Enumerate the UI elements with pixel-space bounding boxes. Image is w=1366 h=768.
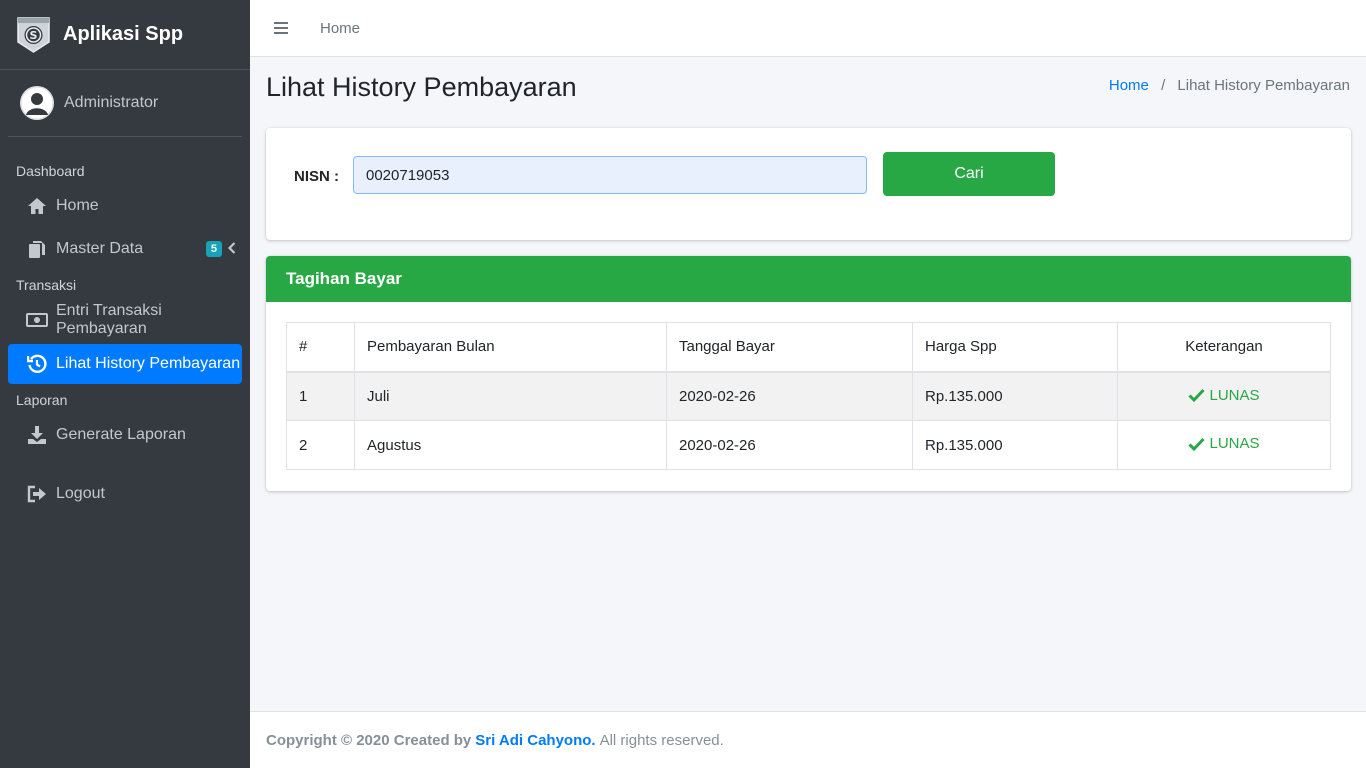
table-header-row: # Pembayaran Bulan Tanggal Bayar Harga S…	[286, 322, 1331, 373]
spp-logo-icon: S	[17, 16, 50, 53]
sidebar-item-label: Lihat History Pembayaran	[56, 355, 241, 372]
nav-header-transaksi: Transaksi	[16, 277, 77, 293]
footer-copyright: Copyright © 2020 Created by	[266, 731, 472, 749]
sidebar-item-label: Master Data	[56, 240, 144, 257]
column-header: Harga Spp	[912, 322, 1118, 373]
cell-tanggal: 2020-02-26	[666, 420, 913, 470]
table-row: 1 Juli 2020-02-26 Rp.135.000 LUNAS	[286, 371, 1331, 421]
sidebar: S Aplikasi Spp Administrator Dashboard H…	[0, 0, 250, 768]
copy-icon	[26, 239, 48, 259]
footer-author-link[interactable]: Sri Adi Cahyono.	[475, 732, 595, 749]
sidebar-item-home[interactable]: Home	[8, 186, 242, 226]
chevron-left-icon	[227, 241, 236, 259]
cell-harga: Rp.135.000	[912, 420, 1118, 470]
column-header: Pembayaran Bulan	[354, 322, 667, 373]
cell-harga: Rp.135.000	[912, 371, 1118, 421]
sidebar-item-entri-transaksi[interactable]: Entri Transaksi Pembayaran	[8, 300, 242, 340]
top-navbar: Home	[250, 0, 1366, 57]
breadcrumb-separator: /	[1161, 77, 1166, 94]
sidebar-item-lihat-history[interactable]: Lihat History Pembayaran	[8, 344, 242, 384]
cell-tanggal: 2020-02-26	[666, 371, 913, 421]
history-icon	[26, 354, 48, 374]
cell-number: 1	[286, 371, 355, 421]
cari-button[interactable]: Cari	[883, 152, 1055, 196]
sidebar-item-label: Generate Laporan	[56, 426, 186, 443]
top-home-link[interactable]: Home	[320, 20, 360, 37]
master-data-count-badge: 5	[205, 241, 222, 257]
page-title: Lihat History Pembayaran	[266, 72, 577, 102]
cell-keterangan: LUNAS	[1117, 420, 1331, 470]
cell-number: 2	[286, 420, 355, 470]
search-card: NISN : Cari	[266, 128, 1351, 240]
cell-bulan: Agustus	[354, 420, 667, 470]
card-title: Tagihan Bayar	[266, 256, 1351, 302]
nisn-input[interactable]	[353, 156, 867, 194]
nav-header-laporan: Laporan	[16, 392, 68, 408]
status-badge: LUNAS	[1188, 435, 1260, 453]
breadcrumb-home-link[interactable]: Home	[1109, 77, 1149, 94]
column-header: Tanggal Bayar	[666, 322, 913, 373]
sign-out-icon	[26, 484, 48, 504]
status-text: LUNAS	[1209, 386, 1260, 404]
history-table: # Pembayaran Bulan Tanggal Bayar Harga S…	[286, 322, 1331, 470]
sidebar-item-logout[interactable]: Logout	[8, 474, 242, 514]
brand-link[interactable]: S Aplikasi Spp	[0, 0, 250, 70]
footer-rights: All rights reserved.	[599, 731, 724, 749]
bars-icon[interactable]	[274, 19, 288, 37]
download-icon	[26, 425, 48, 445]
nav-header-dashboard: Dashboard	[16, 163, 85, 179]
cell-keterangan: LUNAS	[1117, 371, 1331, 421]
brand-name: Aplikasi Spp	[63, 23, 184, 45]
nisn-label: NISN :	[294, 168, 339, 185]
home-icon	[26, 196, 48, 216]
status-text: LUNAS	[1209, 435, 1260, 453]
breadcrumb: Home / Lihat History Pembayaran	[1109, 77, 1350, 94]
user-avatar-icon	[20, 86, 54, 120]
table-row: 2 Agustus 2020-02-26 Rp.135.000 LUNAS	[286, 420, 1331, 470]
user-name: Administrator	[64, 94, 159, 111]
column-header: #	[286, 322, 355, 373]
breadcrumb-current: Lihat History Pembayaran	[1177, 77, 1350, 94]
sidebar-item-master-data[interactable]: Master Data 5	[8, 229, 242, 269]
sidebar-item-label: Home	[56, 197, 99, 214]
footer: Copyright © 2020 Created by Sri Adi Cahy…	[250, 711, 1366, 768]
check-icon	[1188, 388, 1206, 402]
check-icon	[1188, 437, 1206, 451]
cell-bulan: Juli	[354, 371, 667, 421]
sidebar-item-label: Entri Transaksi Pembayaran	[56, 302, 162, 337]
user-panel[interactable]: Administrator	[8, 70, 242, 137]
money-icon	[26, 310, 48, 330]
tagihan-bayar-card: Tagihan Bayar # Pembayaran Bulan Tanggal…	[266, 256, 1351, 491]
svg-text:S: S	[30, 29, 38, 42]
sidebar-item-generate-laporan[interactable]: Generate Laporan	[8, 415, 242, 455]
sidebar-item-label: Logout	[56, 485, 105, 502]
column-header: Keterangan	[1117, 322, 1331, 373]
status-badge: LUNAS	[1188, 386, 1260, 404]
